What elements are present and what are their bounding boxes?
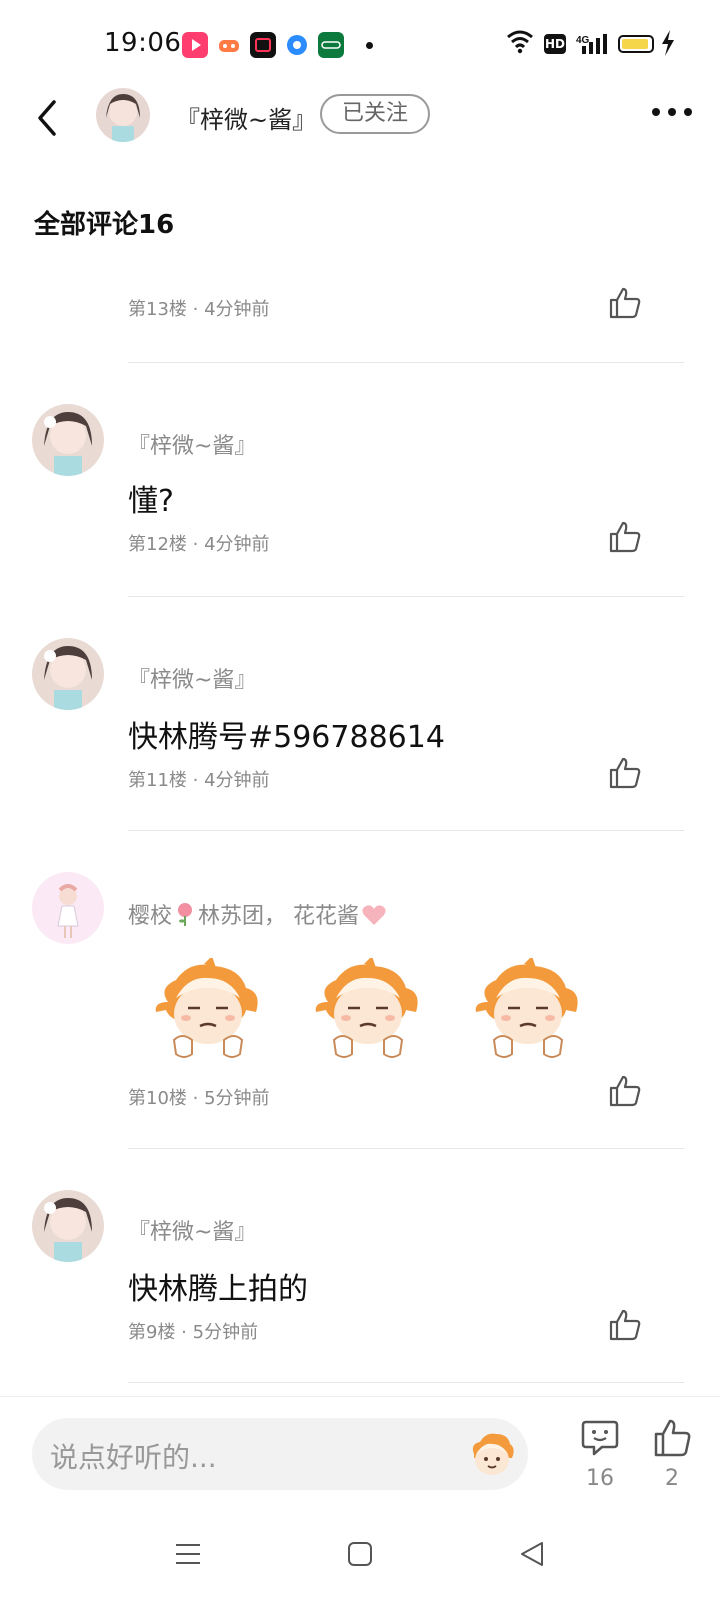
follow-button[interactable]: 已关注 [320,94,430,134]
comment-divider [128,596,684,597]
commenter-name-part: 林苏团， 花花酱 [198,904,360,929]
signal-icon: 4G [576,34,610,60]
comment-text: 快林腾号#596788614 [128,720,445,755]
comment-icon[interactable] [580,1418,620,1458]
comment-input-placeholder[interactable]: 说点好听的... [50,1436,217,1476]
back-button[interactable] [34,98,64,138]
heart-emoji-icon [361,904,387,926]
like-count: 2 [665,1466,679,1491]
video-app-icon [182,32,208,58]
commenter-avatar[interactable] [32,404,104,476]
status-bar: 19:06 HD 4G [0,0,720,88]
comment-divider [128,830,684,831]
sticker-row [148,956,628,1072]
game-app-icon [216,32,242,58]
sad-sticker-icon[interactable] [148,956,266,1068]
rose-emoji-icon [174,902,196,926]
like-icon[interactable] [608,1308,642,1342]
commenter-name[interactable]: 『梓微~酱』 [128,428,256,460]
bottom-bar-divider [0,1396,720,1397]
author-avatar[interactable] [96,88,150,142]
commenter-name[interactable]: 樱校 林苏团， 花花酱 [128,898,387,930]
wifi-icon [506,28,534,58]
comment-meta: 第11楼 · 4分钟前 [128,770,270,791]
sad-sticker-icon[interactable] [308,956,426,1068]
back-nav-icon[interactable] [518,1540,546,1572]
comment-text: 懂? [128,484,174,519]
sad-sticker-icon[interactable] [468,956,586,1068]
charging-icon [660,30,676,60]
commenter-avatar[interactable] [32,872,104,944]
comment-divider [128,1148,684,1149]
more-notifications-dot [366,42,373,49]
like-icon[interactable] [608,520,642,554]
comment-divider [128,1382,684,1383]
comment-text: 快林腾上拍的 [128,1272,308,1307]
hd-badge: HD [544,34,566,54]
like-post-icon[interactable] [652,1418,692,1458]
comment-meta: 第9楼 · 5分钟前 [128,1322,259,1343]
comment-meta: 第13楼 · 4分钟前 [128,299,270,320]
comment-meta: 第12楼 · 4分钟前 [128,534,270,555]
carrier-app-icon [318,32,344,58]
status-time: 19:06 [104,28,182,58]
menu-nav-icon[interactable] [174,1540,202,1572]
more-options-icon[interactable] [650,104,694,118]
commenter-avatar[interactable] [32,638,104,710]
battery-icon [618,35,654,53]
comment-meta: 第10楼 · 5分钟前 [128,1088,270,1109]
recorder-app-icon [250,32,276,58]
commenter-name[interactable]: 『梓微~酱』 [128,662,256,694]
author-name[interactable]: 『梓微~酱』 [176,100,316,135]
browser-app-icon [284,32,310,58]
comment-divider [128,362,684,363]
commenter-name[interactable]: 『梓微~酱』 [128,1214,256,1246]
comment-count: 16 [586,1466,614,1491]
home-nav-icon[interactable] [346,1540,374,1572]
like-icon[interactable] [608,286,642,320]
commenter-avatar[interactable] [32,1190,104,1262]
svg-text:4G: 4G [576,35,590,46]
like-icon[interactable] [608,756,642,790]
emoji-picker-icon[interactable] [466,1432,518,1480]
comments-title: 全部评论16 [34,210,175,240]
commenter-name-part: 樱校 [128,904,173,929]
like-icon[interactable] [608,1074,642,1108]
